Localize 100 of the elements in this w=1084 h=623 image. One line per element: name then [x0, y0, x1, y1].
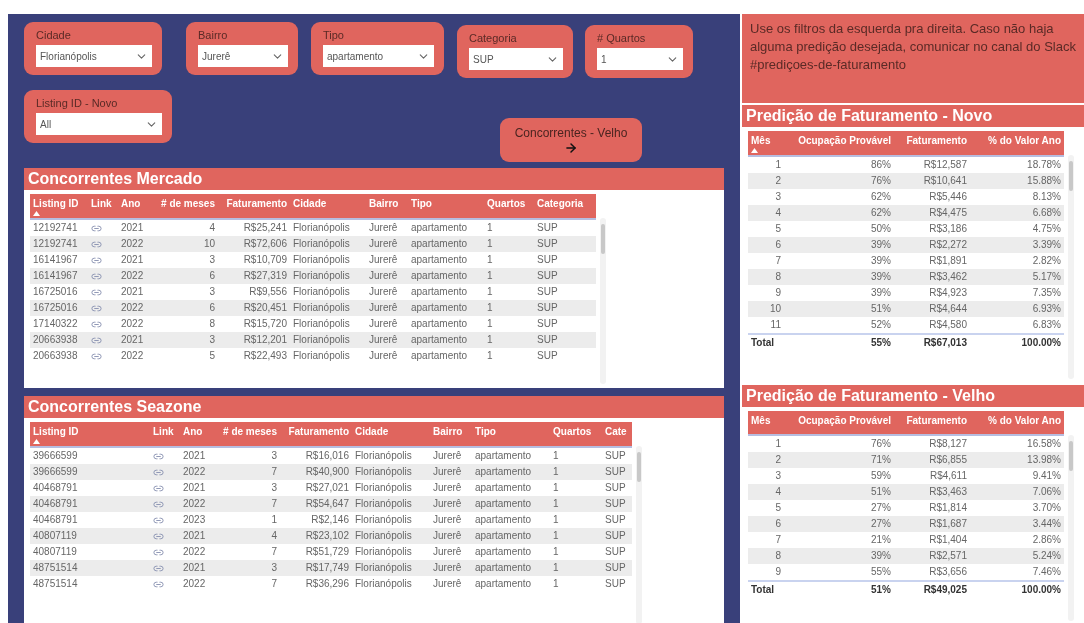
table-cell: 2021 — [180, 560, 216, 576]
total-cell: 55% — [784, 334, 894, 351]
scrollbar[interactable] — [1068, 155, 1074, 379]
column-header[interactable]: Ocupação Provável — [784, 411, 894, 435]
column-header[interactable]: Listing ID — [30, 194, 88, 219]
column-header[interactable]: % do Valor Ano — [970, 411, 1064, 435]
table-cell: 1 — [550, 560, 602, 576]
table-cell: 2021 — [118, 332, 154, 348]
column-header[interactable]: Listing ID — [30, 422, 150, 447]
filter-dropdown[interactable]: SUP — [469, 48, 563, 70]
table-cell: R$1,687 — [894, 516, 970, 532]
scrollbar[interactable] — [1068, 435, 1074, 621]
column-header[interactable]: Cate — [602, 422, 632, 447]
table-cell: 4 — [216, 528, 280, 544]
table-cell: SUP — [602, 528, 632, 544]
filter-dropdown[interactable]: 1 — [597, 48, 683, 70]
table-cell: 16141967 — [30, 268, 88, 284]
table-cell: SUP — [602, 480, 632, 496]
filter-dropdown[interactable]: Florianópolis — [36, 45, 152, 67]
column-header[interactable]: Cidade — [290, 194, 366, 219]
table-cell: R$51,729 — [280, 544, 352, 560]
table-cell: SUP — [602, 560, 632, 576]
table-cell: 3.44% — [970, 516, 1064, 532]
table-cell: Florianópolis — [352, 560, 430, 576]
table-cell: R$4,475 — [894, 205, 970, 221]
table-cell: R$27,319 — [218, 268, 290, 284]
table-cell: 3.39% — [970, 237, 1064, 253]
column-header[interactable]: # de meses — [216, 422, 280, 447]
column-header[interactable]: Bairro — [430, 422, 472, 447]
table-cell: SUP — [602, 464, 632, 480]
column-header[interactable]: Mês — [748, 131, 784, 156]
column-header[interactable]: Faturamento — [218, 194, 290, 219]
table-cell: Jurerê — [430, 528, 472, 544]
arrow-right-icon — [564, 140, 578, 155]
table-cell: 40468791 — [30, 512, 150, 528]
table-cell: 13.98% — [970, 452, 1064, 468]
column-header[interactable]: Bairro — [366, 194, 408, 219]
table-cell: apartamento — [408, 252, 484, 268]
nav-button[interactable]: Concorrentes - Velho — [500, 118, 642, 162]
table-cell: Florianópolis — [290, 300, 366, 316]
column-header[interactable]: Ano — [180, 422, 216, 447]
table-cell: apartamento — [408, 348, 484, 364]
table-cell: SUP — [534, 252, 596, 268]
table-cell: 21% — [784, 532, 894, 548]
table-cell: R$6,855 — [894, 452, 970, 468]
table-cell: 3 — [216, 480, 280, 496]
filter-label: Categoria — [469, 32, 518, 44]
table-cell: 3 — [748, 468, 784, 484]
scrollbar[interactable] — [600, 218, 606, 384]
table-cell: 50% — [784, 221, 894, 237]
column-header[interactable]: Faturamento — [280, 422, 352, 447]
column-header[interactable]: Link — [88, 194, 118, 219]
table-cell: SUP — [534, 268, 596, 284]
table-cell: 10 — [748, 301, 784, 317]
filter-dropdown[interactable]: All — [36, 113, 162, 135]
table-cell: 2022 — [180, 544, 216, 560]
table-cell: R$4,611 — [894, 468, 970, 484]
scrollbar[interactable] — [636, 446, 642, 623]
table-cell: 3 — [154, 284, 218, 300]
table-cell: 6.83% — [970, 317, 1064, 334]
table-cell: 7 — [748, 253, 784, 269]
column-header[interactable]: Faturamento — [894, 411, 970, 435]
filter-dropdown[interactable]: apartamento — [323, 45, 434, 67]
column-header[interactable]: Cidade — [352, 422, 430, 447]
table-cell: apartamento — [472, 560, 550, 576]
table-cell: R$1,814 — [894, 500, 970, 516]
table-cell: SUP — [602, 576, 632, 592]
table-cell: R$2,146 — [280, 512, 352, 528]
column-header[interactable]: Quartos — [484, 194, 534, 219]
table-cell: 39% — [784, 237, 894, 253]
table-cell: 39% — [784, 285, 894, 301]
column-header[interactable]: Mês — [748, 411, 784, 435]
column-header[interactable]: Tipo — [408, 194, 484, 219]
table-cell: 2022 — [118, 268, 154, 284]
table-cell: 4.75% — [970, 221, 1064, 237]
column-header[interactable]: Ano — [118, 194, 154, 219]
table-cell: 15.88% — [970, 173, 1064, 189]
column-header[interactable]: Quartos — [550, 422, 602, 447]
column-header[interactable]: # de meses — [154, 194, 218, 219]
table-cell: R$4,923 — [894, 285, 970, 301]
column-header[interactable]: Faturamento — [894, 131, 970, 156]
table-cell: Jurerê — [366, 252, 408, 268]
table-cell: apartamento — [472, 464, 550, 480]
column-header[interactable]: Link — [150, 422, 180, 447]
filter-dropdown[interactable]: Jurerê — [198, 45, 288, 67]
table-cell: 6 — [154, 268, 218, 284]
table-cell: 1 — [550, 496, 602, 512]
table-cell: 1 — [484, 300, 534, 316]
column-header[interactable]: Categoria — [534, 194, 596, 219]
column-header[interactable]: % do Valor Ano — [970, 131, 1064, 156]
table-cell: SUP — [534, 219, 596, 236]
table-cell: R$10,641 — [894, 173, 970, 189]
total-cell: R$67,013 — [894, 334, 970, 351]
column-header[interactable]: Ocupação Provável — [784, 131, 894, 156]
table-cell: 2022 — [118, 236, 154, 252]
table-cell: Jurerê — [430, 544, 472, 560]
table-cell: 40468791 — [30, 496, 150, 512]
table-cell: R$20,451 — [218, 300, 290, 316]
column-header[interactable]: Tipo — [472, 422, 550, 447]
table-cell: 1 — [484, 348, 534, 364]
